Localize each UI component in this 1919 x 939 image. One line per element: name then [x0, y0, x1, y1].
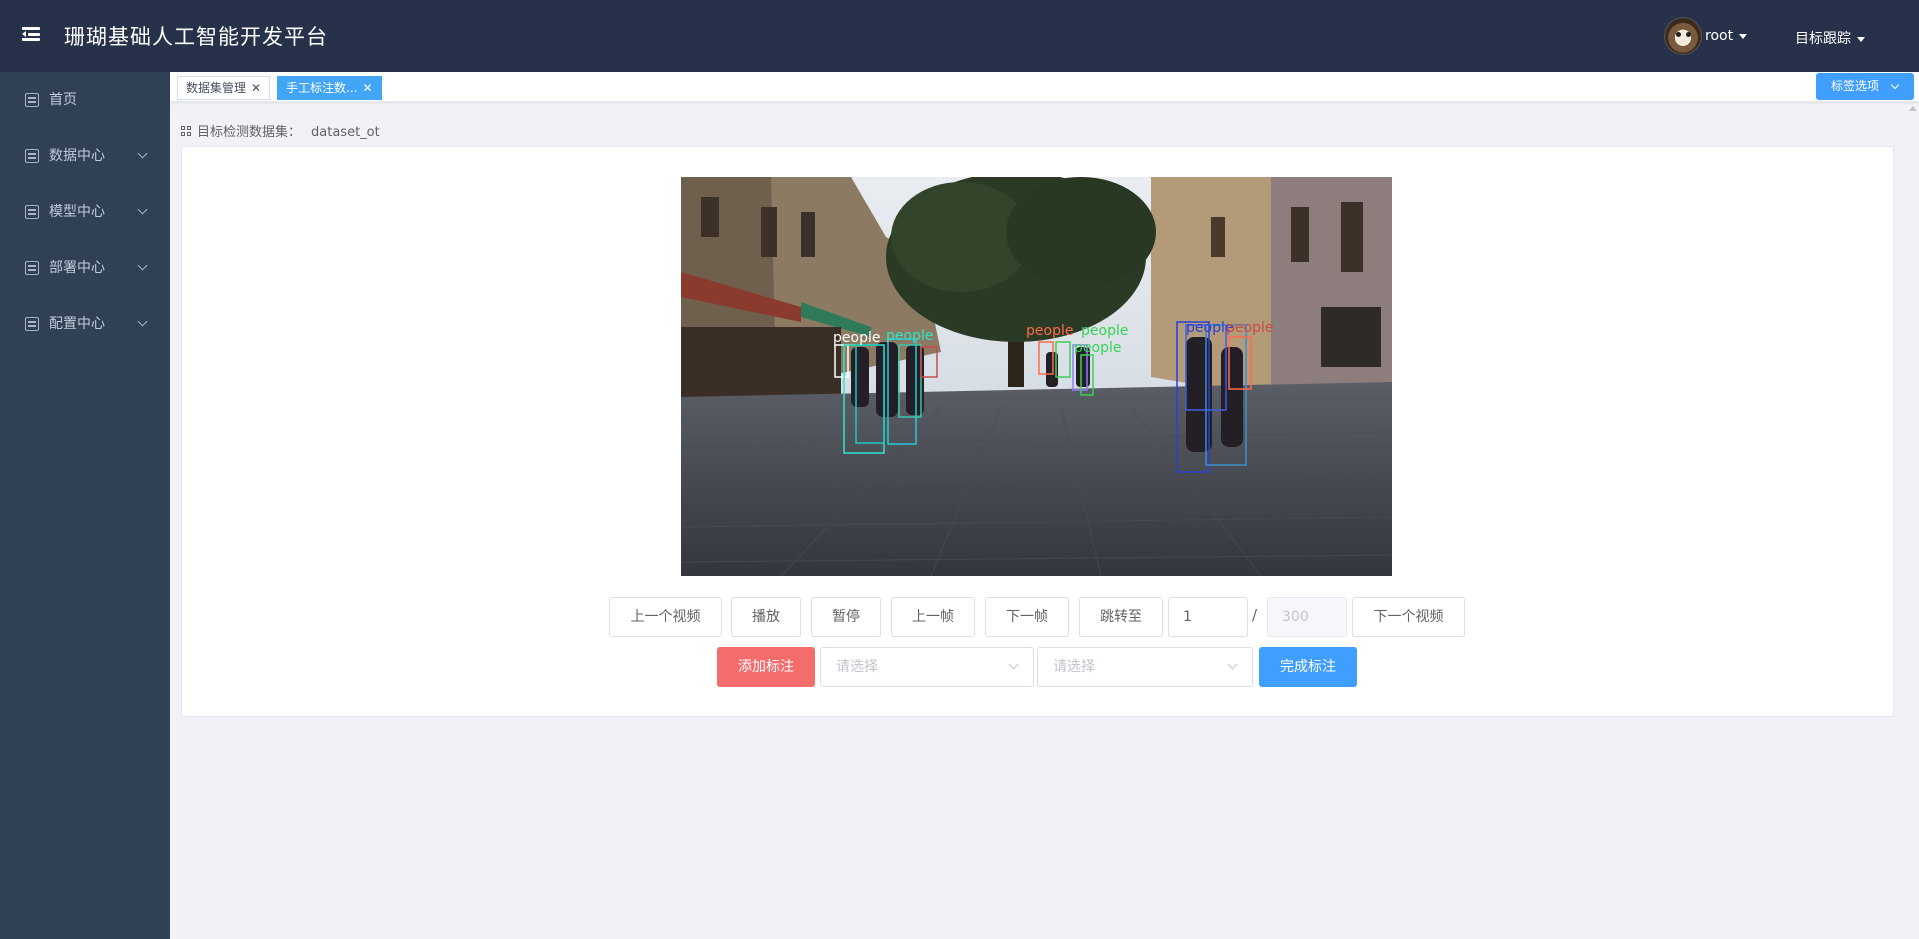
- sidebar-item-data-center[interactable]: 数据中心: [0, 128, 170, 184]
- hamburger-icon[interactable]: [22, 27, 40, 41]
- chevron-down-icon: [1227, 659, 1238, 670]
- avatar[interactable]: [1664, 17, 1702, 55]
- menu-doc-icon: [25, 317, 39, 331]
- chevron-down-icon: [1008, 659, 1019, 670]
- project-menu[interactable]: 目标跟踪: [1795, 28, 1865, 48]
- tag-label: 数据集管理: [186, 81, 247, 95]
- dataset-name: dataset_ot: [311, 125, 380, 140]
- sidebar-item-config-center[interactable]: 配置中心: [0, 296, 170, 352]
- tag-options-button[interactable]: 标签选项: [1816, 73, 1914, 100]
- annotation-label: people: [1074, 340, 1121, 356]
- tag-options-label: 标签选项: [1831, 79, 1880, 93]
- tag-dataset-management[interactable]: 数据集管理 ✕: [177, 76, 271, 100]
- chevron-down-icon: [137, 316, 148, 327]
- total-frames-field: 300: [1267, 597, 1347, 637]
- top-header: 珊瑚基础人工智能开发平台 root 目标跟踪: [0, 0, 1919, 72]
- tags-view: 数据集管理 ✕ 手工标注数... ✕: [170, 72, 1919, 102]
- tag-label: 手工标注数...: [286, 81, 358, 95]
- user-menu[interactable]: root: [1705, 28, 1748, 44]
- scroll-up-icon[interactable]: [1909, 106, 1917, 111]
- frame-separator: /: [1252, 606, 1258, 624]
- menu-doc-icon: [25, 149, 39, 163]
- sidebar-item-label: 数据中心: [49, 148, 105, 164]
- prev-frame-button[interactable]: 上一帧: [891, 597, 975, 637]
- annotation-label: people: [833, 330, 880, 346]
- close-icon[interactable]: ✕: [362, 77, 372, 99]
- prev-video-button[interactable]: 上一个视频: [609, 597, 722, 637]
- finish-annotation-button[interactable]: 完成标注: [1259, 647, 1357, 687]
- grid-icon: [181, 126, 192, 137]
- chevron-down-icon: [137, 148, 148, 159]
- pause-button[interactable]: 暂停: [811, 597, 881, 637]
- caret-down-icon: [1857, 36, 1865, 42]
- next-frame-button[interactable]: 下一帧: [985, 597, 1069, 637]
- frame-number-input[interactable]: 1: [1168, 597, 1248, 637]
- tag-manual-annotation[interactable]: 手工标注数... ✕: [277, 76, 382, 100]
- sidebar-item-label: 模型中心: [49, 204, 105, 220]
- next-video-button[interactable]: 下一个视频: [1352, 597, 1465, 637]
- jump-to-button[interactable]: 跳转至: [1079, 597, 1163, 637]
- user-name-label: root: [1705, 28, 1734, 44]
- annotation-label: people: [1226, 320, 1273, 336]
- play-button[interactable]: 播放: [731, 597, 801, 637]
- add-annotation-button[interactable]: 添加标注: [717, 647, 815, 687]
- sidebar-item-home[interactable]: 首页: [0, 72, 170, 128]
- annotation-label: people: [1081, 323, 1128, 339]
- chevron-down-icon: [1890, 80, 1900, 90]
- street-scene-image: people people people people people peopl…: [681, 177, 1392, 576]
- label-select-1[interactable]: 请选择: [820, 647, 1034, 687]
- app-title: 珊瑚基础人工智能开发平台: [64, 25, 328, 49]
- sidebar-item-label: 首页: [49, 92, 77, 108]
- sidebar-item-label: 配置中心: [49, 316, 105, 332]
- label-select-2[interactable]: 请选择: [1037, 647, 1253, 687]
- annotation-label: people: [886, 328, 933, 344]
- sidebar-item-deploy-center[interactable]: 部署中心: [0, 240, 170, 296]
- caret-down-icon: [1739, 33, 1748, 39]
- sidebar-item-model-center[interactable]: 模型中心: [0, 184, 170, 240]
- chevron-down-icon: [137, 260, 148, 271]
- project-menu-label: 目标跟踪: [1795, 31, 1851, 47]
- menu-doc-icon: [25, 93, 39, 107]
- menu-doc-icon: [25, 205, 39, 219]
- dataset-prefix: 目标检测数据集：: [197, 125, 302, 140]
- video-frame[interactable]: people people people people people peopl…: [681, 177, 1392, 576]
- chevron-down-icon: [137, 204, 148, 215]
- menu-doc-icon: [25, 261, 39, 275]
- sidebar: 首页 数据中心 模型中心 部署中心 配置中心: [0, 72, 170, 939]
- close-icon[interactable]: ✕: [251, 77, 261, 99]
- sidebar-item-label: 部署中心: [49, 260, 105, 276]
- dataset-title: 目标检测数据集： dataset_ot: [181, 121, 380, 140]
- annotation-label: people: [1026, 323, 1073, 339]
- select-placeholder: 请选择: [836, 659, 878, 675]
- select-placeholder: 请选择: [1053, 659, 1095, 675]
